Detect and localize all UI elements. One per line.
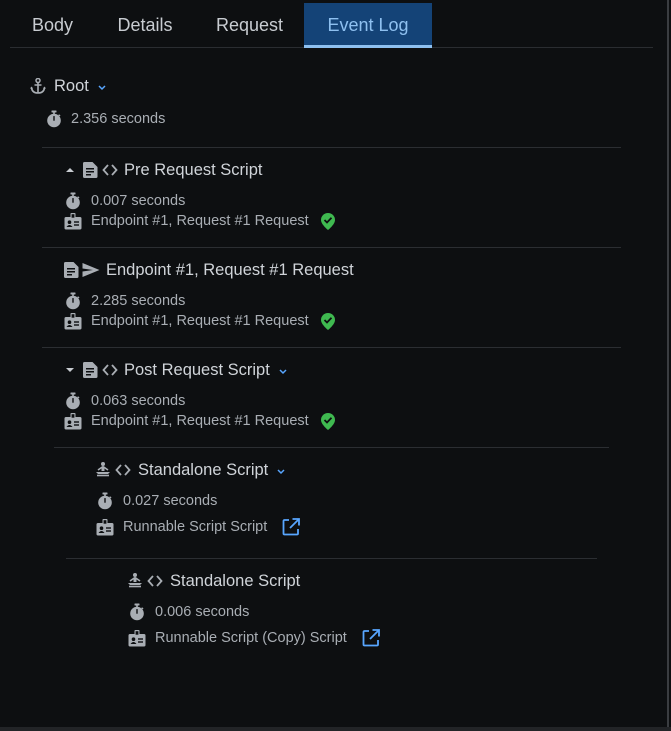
- root-node-header[interactable]: Root: [30, 75, 106, 97]
- divider: [66, 558, 597, 559]
- send-icon: [82, 262, 100, 278]
- event-header-endpoint-request[interactable]: Endpoint #1, Request #1 Request: [63, 259, 354, 281]
- event-duration-row: 0.007 seconds: [64, 192, 185, 210]
- event-title: Endpoint #1, Request #1 Request: [106, 260, 354, 279]
- caret-up-icon[interactable]: [66, 167, 74, 173]
- event-header-pre-request-script[interactable]: Pre Request Script: [66, 159, 262, 181]
- success-check-icon: [319, 412, 336, 430]
- tab-details[interactable]: Details: [95, 3, 195, 47]
- event-duration-row: 2.285 seconds: [64, 292, 185, 310]
- event-title: Post Request Script: [124, 360, 270, 379]
- event-source-row: Runnable Script (Copy) Script: [128, 629, 380, 647]
- event-header-standalone-script-copy[interactable]: Standalone Script: [127, 570, 300, 592]
- event-header-post-request-script[interactable]: Post Request Script: [66, 359, 287, 381]
- stopwatch-icon: [64, 292, 82, 310]
- root-duration: 2.356 seconds: [71, 111, 166, 127]
- root-duration-row: 2.356 seconds: [45, 110, 165, 128]
- open-external-icon[interactable]: [282, 518, 301, 536]
- event-duration: 0.063 seconds: [91, 393, 186, 409]
- code-icon: [147, 573, 163, 589]
- event-duration: 0.007 seconds: [91, 193, 186, 209]
- event-source: Endpoint #1, Request #1 Request: [91, 213, 309, 229]
- event-title: Standalone Script: [138, 460, 269, 479]
- bottom-bar: [0, 727, 671, 731]
- event-source: Runnable Script Script: [123, 519, 268, 535]
- event-title: Pre Request Script: [124, 160, 263, 179]
- code-icon: [102, 162, 118, 178]
- meditation-icon: [95, 462, 111, 478]
- meditation-icon: [127, 573, 143, 589]
- event-duration-row: 0.006 seconds: [128, 603, 249, 621]
- document-icon: [82, 162, 98, 178]
- success-check-icon: [319, 212, 336, 230]
- event-duration: 0.027 seconds: [123, 493, 218, 509]
- divider: [42, 147, 621, 148]
- divider: [42, 247, 621, 248]
- code-icon: [102, 362, 118, 378]
- event-duration: 2.285 seconds: [91, 293, 186, 309]
- divider: [42, 347, 621, 348]
- tab-bar: Body Details Request Event Log: [10, 3, 653, 48]
- event-title: Standalone Script: [170, 571, 301, 590]
- scrollbar[interactable]: [667, 0, 669, 727]
- event-source-row: Runnable Script Script: [96, 518, 301, 536]
- chevron-down-icon[interactable]: [279, 368, 287, 375]
- stopwatch-icon: [45, 110, 63, 128]
- root-title: Root: [54, 76, 89, 95]
- event-source: Runnable Script (Copy) Script: [155, 630, 347, 646]
- badge-icon: [64, 312, 82, 330]
- chevron-down-icon[interactable]: [277, 468, 286, 475]
- stopwatch-icon: [64, 192, 82, 210]
- stopwatch-icon: [64, 392, 82, 410]
- document-icon: [63, 262, 79, 278]
- document-icon: [82, 362, 98, 378]
- caret-down-icon[interactable]: [66, 367, 74, 373]
- tab-body[interactable]: Body: [10, 3, 95, 47]
- event-source-row: Endpoint #1, Request #1 Request: [64, 312, 336, 330]
- event-source-row: Endpoint #1, Request #1 Request: [64, 212, 336, 230]
- anchor-icon: [30, 78, 46, 94]
- event-source: Endpoint #1, Request #1 Request: [91, 313, 309, 329]
- stopwatch-icon: [96, 492, 114, 510]
- badge-icon: [128, 629, 146, 647]
- code-icon: [115, 462, 131, 478]
- event-duration-row: 0.027 seconds: [96, 492, 217, 510]
- badge-icon: [96, 518, 114, 536]
- badge-icon: [64, 412, 82, 430]
- success-check-icon: [319, 312, 336, 330]
- tab-event-log[interactable]: Event Log: [304, 3, 432, 48]
- divider: [54, 447, 609, 448]
- event-duration: 0.006 seconds: [155, 604, 250, 620]
- event-source: Endpoint #1, Request #1 Request: [91, 413, 309, 429]
- open-external-icon[interactable]: [362, 629, 380, 647]
- chevron-down-icon[interactable]: [98, 84, 106, 91]
- event-duration-row: 0.063 seconds: [64, 392, 185, 410]
- tab-request[interactable]: Request: [195, 3, 304, 47]
- event-header-standalone-script[interactable]: Standalone Script: [95, 459, 286, 481]
- event-source-row: Endpoint #1, Request #1 Request: [64, 412, 336, 430]
- stopwatch-icon: [128, 603, 146, 621]
- badge-icon: [64, 212, 82, 230]
